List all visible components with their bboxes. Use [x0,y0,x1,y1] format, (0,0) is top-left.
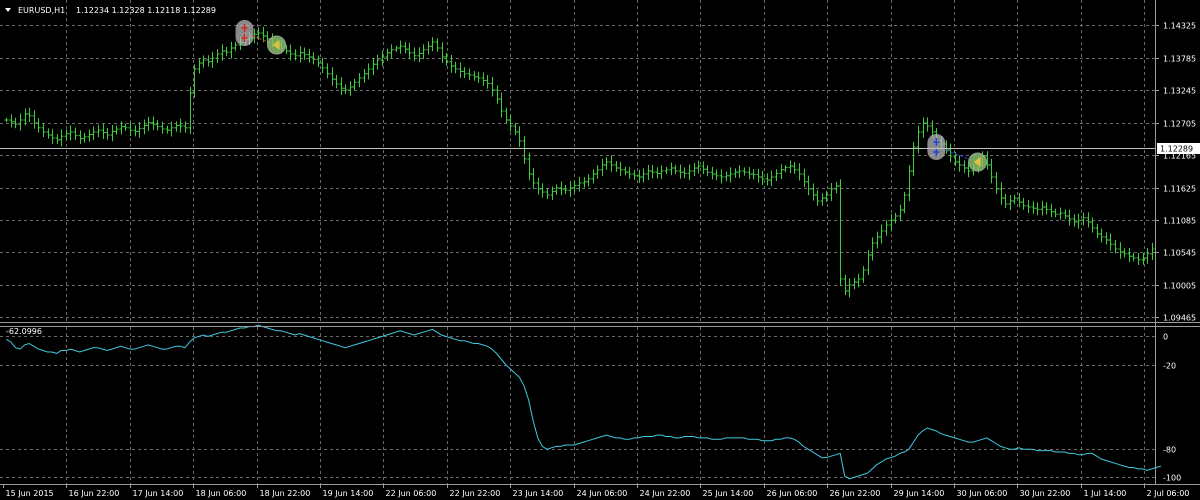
symbol-label: EURUSD,H1 [18,6,65,15]
price-tick-label: 1.11085 [1163,217,1196,226]
time-tick-label: 19 Jun 14:00 [323,489,374,498]
sell-open-marker[interactable] [235,20,254,46]
price-tick-label: 1.10545 [1163,249,1196,258]
time-tick-label: 15 Jun 2015 [6,489,54,498]
trading-chart[interactable]: EURUSD,H1 1.12234 1.12328 1.12118 1.1228… [0,0,1200,500]
price-tick-label: 1.09465 [1163,314,1196,323]
time-tick-label: 18 Jun 06:00 [196,489,247,498]
indicator-value-label: -62.0996 [6,327,42,336]
price-tick-label: 1.12705 [1163,120,1196,129]
indicator-tick-label: -100 [1163,474,1181,483]
indicator-tick-label: -80 [1163,446,1176,455]
time-tick-label: 1 Jul 14:00 [1084,489,1127,498]
price-tick-label: 1.13245 [1163,87,1196,96]
price-tick-label: 1.11625 [1163,185,1196,194]
ohlc-readout: 1.12234 1.12328 1.12118 1.12289 [76,6,216,15]
time-tick-label: 23 Jun 14:00 [513,489,564,498]
time-tick-label: 24 Jun 06:00 [577,489,628,498]
time-tick-label: 30 Jun 06:00 [957,489,1008,498]
time-tick-label: 26 Jun 22:00 [830,489,881,498]
time-tick-label: 22 Jun 06:00 [386,489,437,498]
time-tick-label: 2 Jul 06:00 [1147,489,1190,498]
price-tick-label: 1.14325 [1163,22,1196,31]
price-tick-label: 1.13785 [1163,55,1196,64]
time-tick-label: 26 Jun 06:00 [767,489,818,498]
time-tick-label: 29 Jun 14:00 [894,489,945,498]
buy-open-marker[interactable] [927,134,946,160]
svg-text:1.12289: 1.12289 [1160,145,1193,154]
current-price-tag: 1.12289 [1157,143,1200,154]
time-tick-label: 30 Jun 22:00 [1020,489,1071,498]
time-tick-label: 18 Jun 22:00 [260,489,311,498]
time-tick-label: 25 Jun 14:00 [703,489,754,498]
time-tick-label: 17 Jun 14:00 [133,489,184,498]
time-tick-label: 16 Jun 22:00 [69,489,120,498]
time-tick-label: 24 Jun 22:00 [640,489,691,498]
close-marker-icon[interactable] [267,35,287,55]
time-tick-label: 22 Jun 22:00 [450,489,501,498]
close-marker-icon[interactable] [968,152,988,172]
indicator-tick-label: -20 [1163,362,1176,371]
indicator-tick-label: 0 [1163,333,1168,342]
price-tick-label: 1.10005 [1163,282,1196,291]
